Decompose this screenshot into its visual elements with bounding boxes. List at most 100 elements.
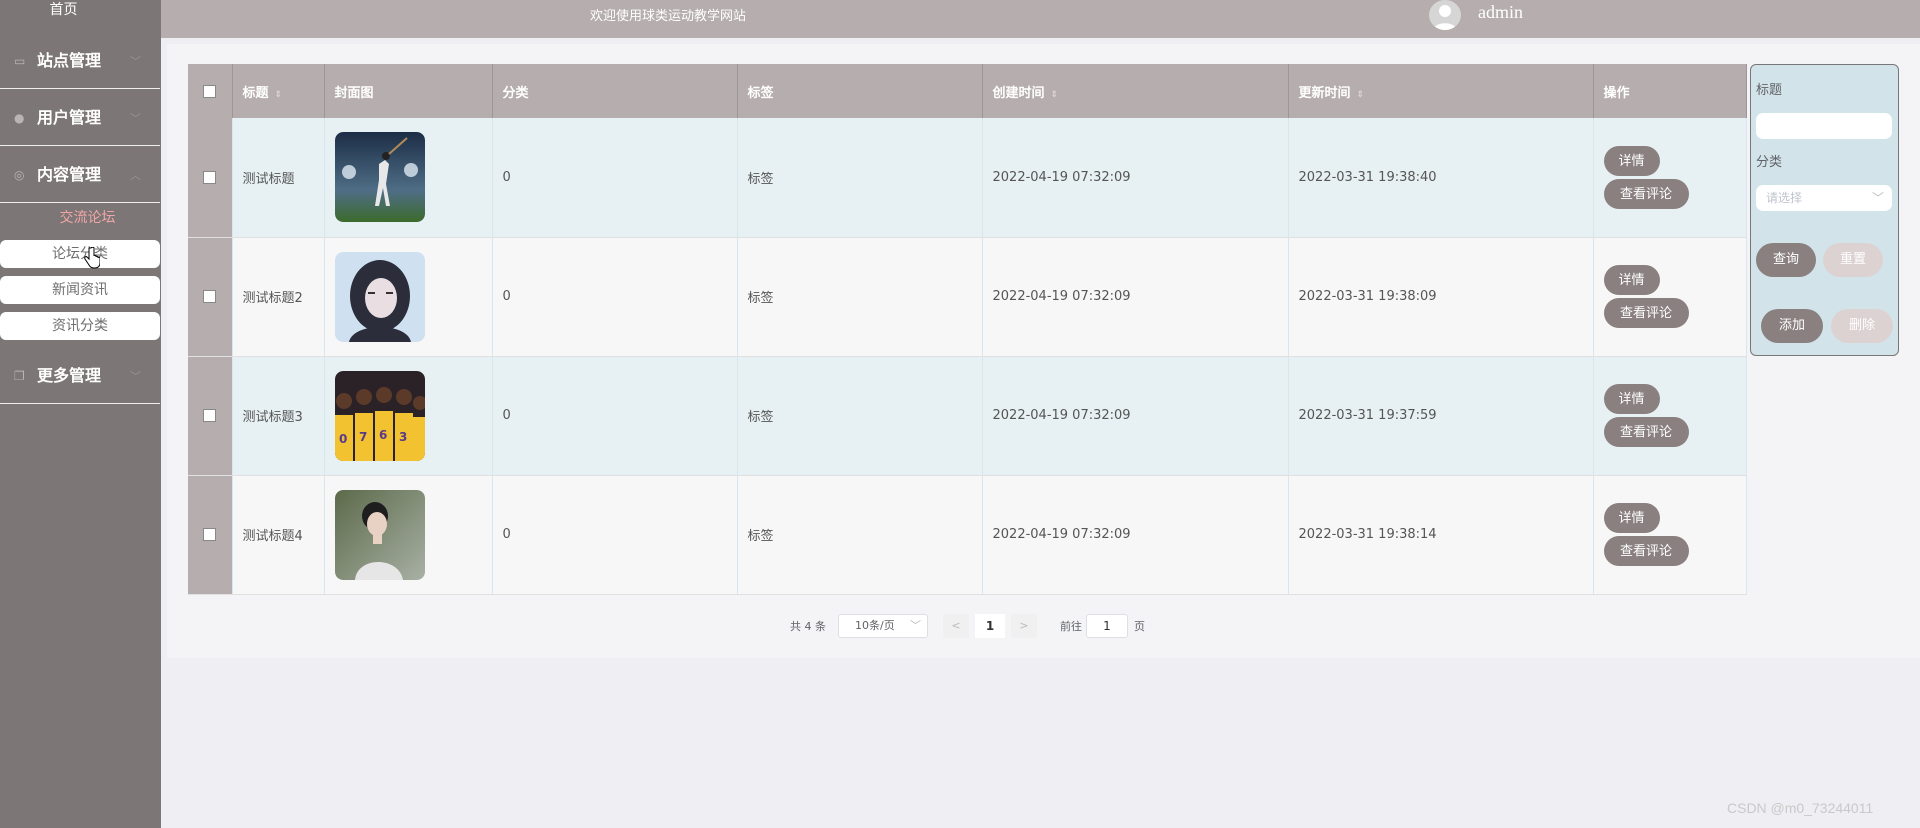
watermark: CSDN @m0_73244011 [1727, 800, 1874, 816]
svg-text:0: 0 [339, 432, 347, 446]
detail-button[interactable]: 详情 [1603, 384, 1660, 414]
cell-created: 2022-04-19 07:32:09 [982, 118, 1289, 238]
view-comments-button[interactable]: 查看评论 [1603, 298, 1689, 328]
sort-icon[interactable]: ⇕ [1357, 90, 1365, 100]
sort-icon[interactable]: ⇕ [1051, 90, 1059, 100]
page-number-current[interactable]: 1 [975, 614, 1005, 638]
view-comments-button[interactable]: 查看评论 [1603, 417, 1689, 447]
user-icon: ● [14, 111, 25, 125]
cell-cover [324, 237, 493, 357]
column-updated[interactable]: 更新时间 ⇕ [1288, 64, 1594, 118]
submenu-forum-category[interactable]: 论坛分类 [0, 240, 160, 268]
submenu-forum[interactable]: 交流论坛 [0, 207, 175, 227]
pagination-total: 共 4 条 [790, 620, 826, 633]
cell-actions: 详情 查看评论 [1593, 237, 1747, 357]
table-row: 测试标题2 0 标签 2022-04-19 07:32:09 2022-03-3… [188, 237, 1747, 357]
menu-content-management[interactable]: ◎ 内容管理 ︿ [0, 147, 160, 203]
cell-created: 2022-04-19 07:32:09 [982, 475, 1289, 595]
query-button[interactable]: 查询 [1756, 243, 1816, 277]
sidebar-home[interactable]: 首页 [0, 0, 127, 20]
chevron-down-icon: ﹀ [910, 619, 921, 632]
top-bar: 欢迎使用球类运动教学网站 admin [161, 0, 1920, 38]
menu-more-management[interactable]: ❐ 更多管理 ﹀ [0, 348, 160, 404]
cell-title: 测试标题3 [232, 356, 325, 476]
submenu-news[interactable]: 新闻资讯 [0, 276, 160, 304]
column-actions: 操作 [1593, 64, 1747, 118]
page-suffix: 页 [1134, 620, 1145, 633]
cell-created: 2022-04-19 07:32:09 [982, 356, 1289, 476]
cell-tag: 标签 [737, 356, 983, 476]
svg-text:7: 7 [359, 430, 367, 444]
chevron-up-icon: ︿ [130, 169, 141, 182]
category-select[interactable]: 请选择 ﹀ [1756, 185, 1892, 211]
table-row: 测试标题4 0 标签 2022-04-19 07:32:09 2022-03-3… [188, 475, 1747, 595]
next-page-button[interactable]: > [1011, 614, 1037, 638]
page-size-select[interactable]: 10条/页 ﹀ [838, 614, 928, 638]
column-created[interactable]: 创建时间 ⇕ [982, 64, 1289, 118]
reset-button[interactable]: 重置 [1823, 243, 1883, 277]
title-search-input[interactable] [1756, 113, 1892, 139]
sidebar: 首页 ▭ 站点管理 ﹀ ● 用户管理 ﹀ ◎ 内容管理 ︿ 交流论坛 论坛分类 … [0, 0, 161, 828]
cell-updated: 2022-03-31 19:37:59 [1288, 356, 1594, 476]
chat-icon: ▭ [14, 54, 26, 68]
goto-page-input[interactable]: 1 [1086, 614, 1128, 638]
row-checkbox[interactable] [188, 356, 233, 476]
view-comments-button[interactable]: 查看评论 [1603, 536, 1689, 566]
content-table: 标题 ⇕ 封面图 分类 标签 创建时间 ⇕ 更新时间 ⇕ 操作 测试标题 0 标… [188, 64, 1747, 595]
content-icon: ◎ [14, 168, 25, 182]
sort-icon[interactable]: ⇕ [275, 90, 283, 100]
cell-tag: 标签 [737, 237, 983, 357]
chevron-down-icon: ﹀ [1871, 191, 1884, 205]
cell-cover [324, 475, 493, 595]
detail-button[interactable]: 详情 [1603, 265, 1660, 295]
detail-button[interactable]: 详情 [1603, 145, 1660, 176]
prev-page-button[interactable]: < [943, 614, 969, 638]
pagination: 共 4 条 10条/页 ﹀ < 1 > 前往 1 页 [0, 612, 1920, 640]
user-avatar-icon [1433, 5, 1457, 30]
svg-text:6: 6 [379, 428, 387, 442]
category-label: 分类 [1756, 155, 1783, 170]
cell-tag: 标签 [737, 475, 983, 595]
menu-label: 更多管理 [37, 366, 102, 385]
chevron-down-icon: ﹀ [130, 370, 141, 383]
cell-title: 测试标题4 [232, 475, 325, 595]
avatar[interactable] [1429, 0, 1461, 30]
menu-site-management[interactable]: ▭ 站点管理 ﹀ [0, 33, 160, 89]
row-checkbox[interactable] [188, 475, 233, 595]
title-label: 标题 [1756, 83, 1783, 98]
username[interactable]: admin [1478, 2, 1523, 23]
add-button[interactable]: 添加 [1761, 309, 1823, 343]
cell-category: 0 [492, 118, 738, 238]
row-checkbox[interactable] [188, 118, 233, 238]
cover-image-portrait[interactable] [334, 251, 425, 342]
cell-title: 测试标题2 [232, 237, 325, 357]
delete-button[interactable]: 删除 [1831, 309, 1893, 343]
column-title[interactable]: 标题 ⇕ [232, 64, 325, 118]
menu-label: 用户管理 [37, 108, 102, 127]
chevron-down-icon: ﹀ [130, 112, 141, 125]
menu-label: 站点管理 [37, 51, 102, 70]
view-comments-button[interactable]: 查看评论 [1603, 178, 1689, 209]
cell-updated: 2022-03-31 19:38:40 [1288, 118, 1594, 238]
cover-image-man-portrait[interactable] [334, 489, 425, 580]
cell-created: 2022-04-19 07:32:09 [982, 237, 1289, 357]
column-cover: 封面图 [324, 64, 493, 118]
menu-label: 内容管理 [37, 165, 102, 184]
cell-cover [324, 118, 493, 238]
column-category: 分类 [492, 64, 738, 118]
cell-category: 0 [492, 356, 738, 476]
chevron-down-icon: ﹀ [130, 55, 141, 68]
cell-updated: 2022-03-31 19:38:14 [1288, 475, 1594, 595]
select-all-checkbox[interactable] [188, 64, 233, 118]
cell-cover: 0763 [324, 356, 493, 476]
row-checkbox[interactable] [188, 237, 233, 357]
table-row: 测试标题 0 标签 2022-04-19 07:32:09 2022-03-31… [188, 118, 1747, 238]
cell-category: 0 [492, 237, 738, 357]
cover-image-basketball-team[interactable]: 0763 [334, 370, 425, 461]
cover-image-baseball[interactable] [334, 132, 425, 223]
column-tag: 标签 [737, 64, 983, 118]
detail-button[interactable]: 详情 [1603, 503, 1660, 533]
submenu-news-category[interactable]: 资讯分类 [0, 312, 160, 340]
menu-user-management[interactable]: ● 用户管理 ﹀ [0, 90, 160, 146]
copy-icon: ❐ [14, 369, 25, 383]
